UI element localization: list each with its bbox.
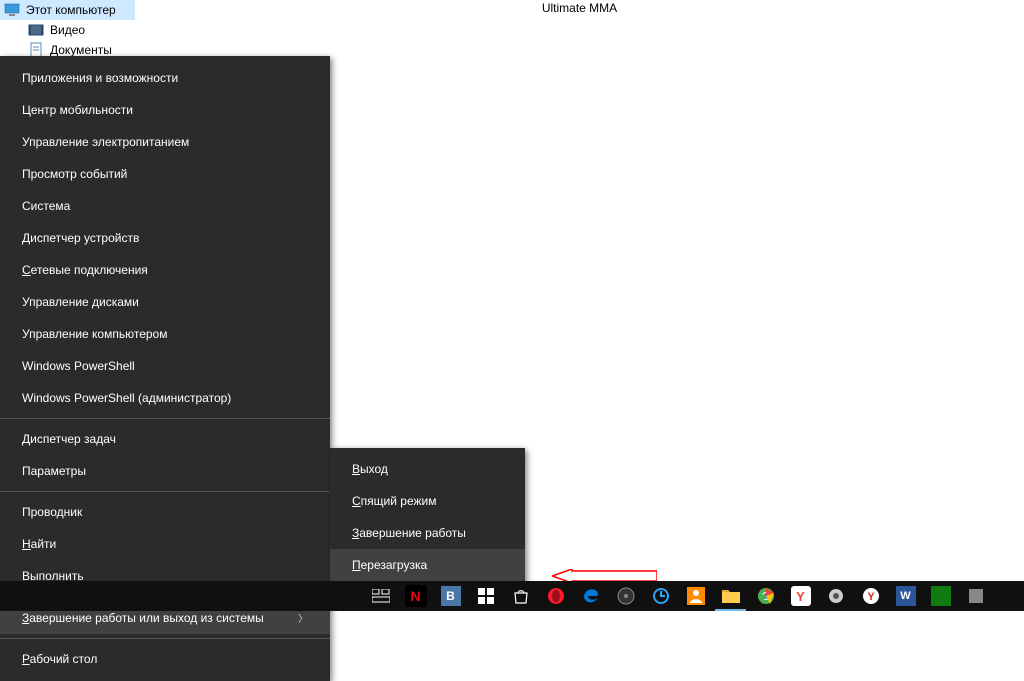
monitor-icon [4, 2, 20, 18]
netflix-icon: N [405, 585, 427, 607]
menu-item-computer-management[interactable]: Управление компьютером [0, 318, 330, 350]
yandex-browser-icon: Y [861, 586, 881, 606]
submenu-item-signout[interactable]: Выход [330, 453, 525, 485]
task-view-icon [371, 586, 391, 606]
vk-icon: В [441, 586, 461, 606]
submenu-item-restart[interactable]: Перезагрузка [330, 549, 525, 581]
app-icon [931, 586, 951, 606]
menu-separator [0, 638, 330, 639]
taskbar-people[interactable] [678, 581, 713, 611]
chevron-right-icon: 〉 [298, 610, 308, 625]
taskbar-word[interactable]: W [888, 581, 923, 611]
tree-item-label: Видео [50, 23, 85, 37]
people-icon [686, 586, 706, 606]
tree-item-label: Этот компьютер [26, 3, 116, 17]
menu-item-search[interactable]: Найти [0, 528, 330, 560]
menu-item-event-viewer[interactable]: Просмотр событий [0, 158, 330, 190]
menu-item-network-connections[interactable]: Сетевые подключения [0, 254, 330, 286]
menu-item-settings[interactable]: Параметры [0, 455, 330, 487]
taskbar-chrome[interactable] [748, 581, 783, 611]
taskbar: N В Y Y W [0, 581, 1024, 611]
tree-item-label: Документы [50, 43, 112, 57]
edge-icon [581, 586, 601, 606]
yandex-icon: Y [791, 586, 811, 606]
media-player-icon [616, 586, 636, 606]
taskbar-settings-app[interactable] [818, 581, 853, 611]
taskbar-netflix[interactable]: N [398, 581, 433, 611]
nav-tree: Этот компьютер Видео Документы [0, 0, 135, 60]
taskbar-opera[interactable] [538, 581, 573, 611]
update-icon [651, 586, 671, 606]
settings-icon [826, 586, 846, 606]
taskbar-yandex[interactable]: Y [783, 581, 818, 611]
taskbar-yandex-browser[interactable]: Y [853, 581, 888, 611]
menu-item-powershell[interactable]: Windows PowerShell [0, 350, 330, 382]
submenu-item-shutdown[interactable]: Завершение работы [330, 517, 525, 549]
menu-item-mobility-center[interactable]: Центр мобильности [0, 94, 330, 126]
taskbar-app-gray[interactable] [958, 581, 993, 611]
menu-separator [0, 491, 330, 492]
window-title: Ultimate MMA [135, 0, 1024, 20]
taskbar-file-explorer[interactable] [713, 581, 748, 611]
chrome-icon [756, 586, 776, 606]
menu-item-apps-features[interactable]: Приложения и возможности [0, 62, 330, 94]
menu-item-powershell-admin[interactable]: Windows PowerShell (администратор) [0, 382, 330, 414]
menu-item-explorer[interactable]: Проводник [0, 496, 330, 528]
taskbar-shopping[interactable] [503, 581, 538, 611]
menu-item-task-manager[interactable]: Диспетчер задач [0, 423, 330, 455]
menu-item-device-manager[interactable]: Диспетчер устройств [0, 222, 330, 254]
taskbar-task-view[interactable] [363, 581, 398, 611]
opera-icon [546, 586, 566, 606]
taskbar-store[interactable] [468, 581, 503, 611]
svg-text:Y: Y [867, 591, 875, 603]
taskbar-media[interactable] [608, 581, 643, 611]
tree-item-video[interactable]: Видео [0, 20, 135, 40]
folder-icon [721, 586, 741, 606]
submenu-item-sleep[interactable]: Спящий режим [330, 485, 525, 517]
menu-separator [0, 418, 330, 419]
taskbar-vk[interactable]: В [433, 581, 468, 611]
menu-item-disk-management[interactable]: Управление дисками [0, 286, 330, 318]
store-icon [476, 586, 496, 606]
word-icon: W [896, 586, 916, 606]
taskbar-edge[interactable] [573, 581, 608, 611]
menu-item-power-options[interactable]: Управление электропитанием [0, 126, 330, 158]
menu-item-system[interactable]: Система [0, 190, 330, 222]
app-icon [966, 586, 986, 606]
taskbar-app-green[interactable] [923, 581, 958, 611]
menu-item-desktop[interactable]: Рабочий стол [0, 643, 330, 675]
shopping-bag-icon [511, 586, 531, 606]
video-icon [28, 22, 44, 38]
taskbar-update[interactable] [643, 581, 678, 611]
shutdown-submenu: Выход Спящий режим Завершение работы Пер… [330, 448, 525, 586]
tree-item-this-pc[interactable]: Этот компьютер [0, 0, 135, 20]
